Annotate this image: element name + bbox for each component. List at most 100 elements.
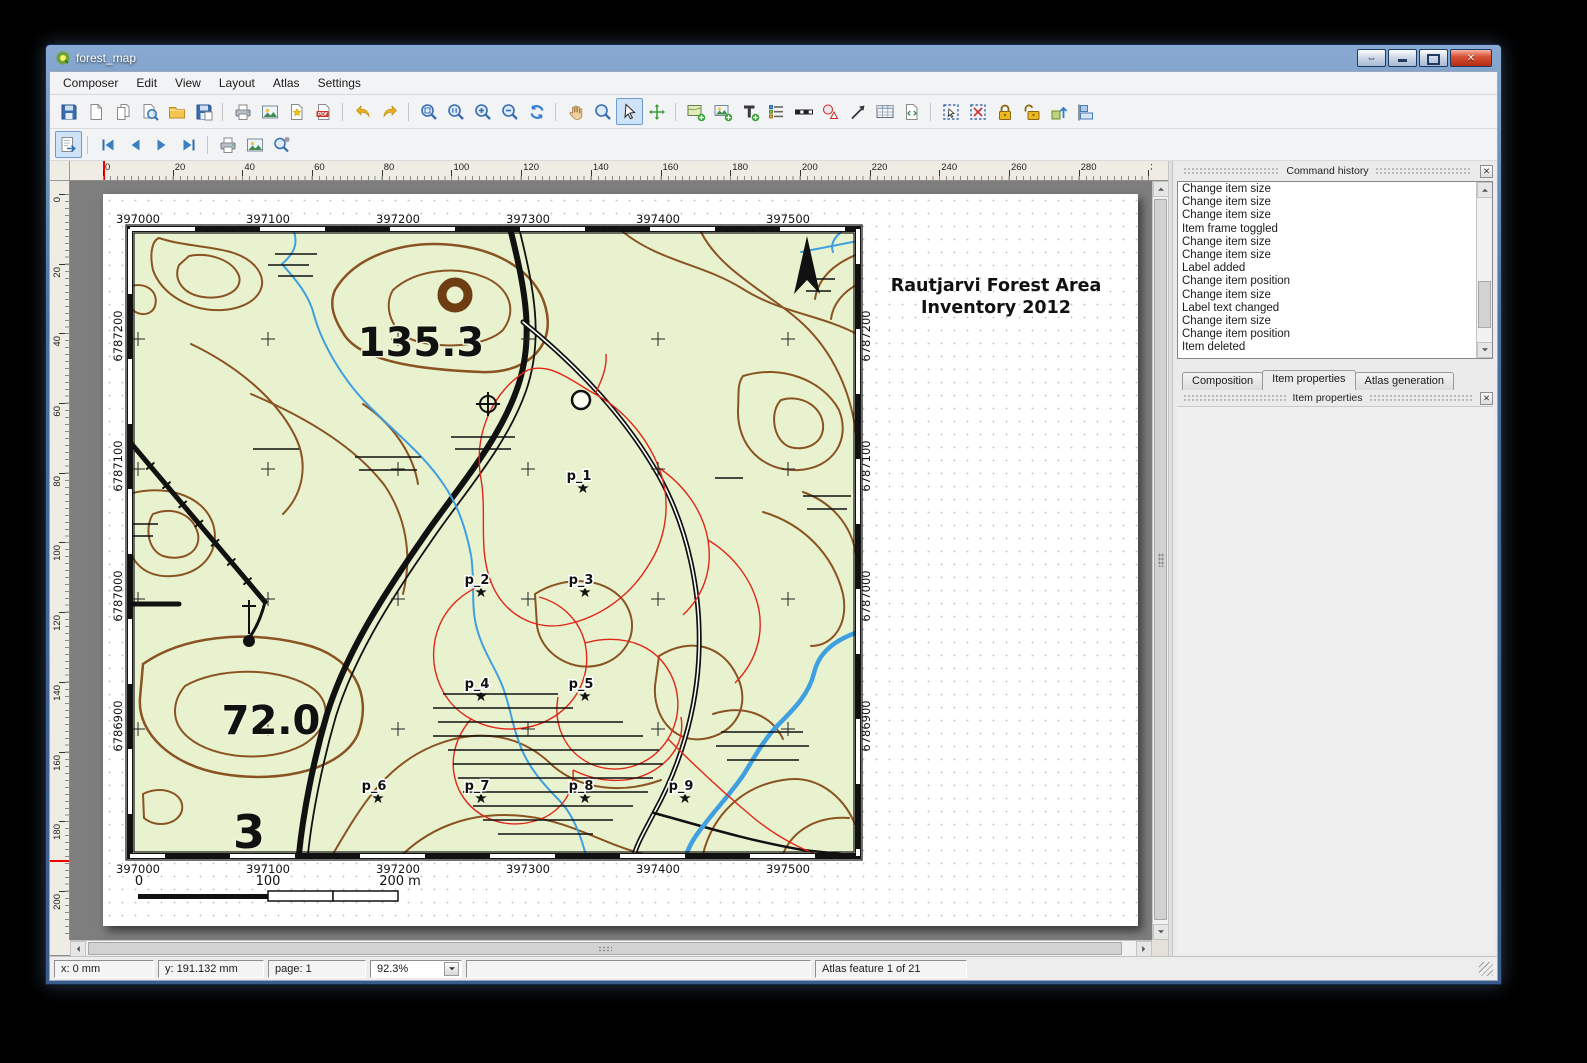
vertical-scroll-thumb[interactable] (1154, 199, 1167, 920)
chevron-down-icon[interactable] (444, 962, 459, 976)
history-item[interactable]: Change item size (1179, 196, 1474, 209)
horizontal-scrollbar[interactable] (70, 940, 1152, 956)
minimize-button[interactable] (1388, 49, 1417, 67)
vertical-scrollbar[interactable] (1152, 181, 1168, 940)
composer-manager-button[interactable] (136, 98, 163, 125)
export-as-svg-button[interactable] (283, 98, 310, 125)
previous-feature-button[interactable] (121, 131, 148, 158)
add-scalebar-button[interactable] (790, 98, 817, 125)
add-attribute-table-button[interactable] (871, 98, 898, 125)
add-html-icon (902, 102, 922, 122)
new-composition-button[interactable] (82, 98, 109, 125)
menu-view[interactable]: View (166, 73, 210, 93)
zoom-combobox[interactable]: 92.3% (370, 960, 462, 978)
move-item-content-button[interactable] (643, 98, 670, 125)
history-item[interactable]: Change item size (1179, 236, 1474, 249)
export-atlas-as-image-button[interactable] (241, 131, 268, 158)
scroll-left-button[interactable] (70, 941, 86, 957)
history-item[interactable]: Change item position (1179, 328, 1474, 341)
add-new-map-button[interactable] (682, 98, 709, 125)
ungroup-items-button[interactable] (964, 98, 991, 125)
add-html-frame-button[interactable] (898, 98, 925, 125)
tab-item-properties[interactable]: Item properties (1262, 370, 1355, 390)
tab-atlas-generation[interactable]: Atlas generation (1355, 372, 1455, 390)
maximize-button[interactable] (1419, 49, 1448, 67)
align-selected-items-button[interactable] (1072, 98, 1099, 125)
history-item[interactable]: Change item size (1179, 315, 1474, 328)
scroll-down-button[interactable] (1153, 924, 1169, 940)
menu-atlas[interactable]: Atlas (264, 73, 309, 93)
history-item[interactable]: Change item size (1179, 249, 1474, 262)
horizontal-scroll-thumb[interactable] (88, 942, 1122, 955)
close-icon[interactable] (1480, 392, 1493, 405)
menu-layout[interactable]: Layout (210, 73, 264, 93)
select-items-button[interactable] (937, 98, 964, 125)
refresh-view-button[interactable] (523, 98, 550, 125)
tab-composition[interactable]: Composition (1182, 372, 1263, 390)
svg-text:6787200: 6787200 (859, 310, 873, 361)
first-feature-button[interactable] (94, 131, 121, 158)
lock-selected-items-button[interactable] (991, 98, 1018, 125)
history-item[interactable]: Label text changed (1179, 302, 1474, 315)
unlock-all-items-button[interactable] (1018, 98, 1045, 125)
close-button[interactable] (1450, 49, 1492, 67)
redo-button[interactable] (376, 98, 403, 125)
zoom-full-button[interactable] (415, 98, 442, 125)
svg-text:397200: 397200 (376, 212, 420, 226)
window-arrows-button[interactable] (1357, 49, 1386, 67)
zoom-actual-size-button[interactable] (442, 98, 469, 125)
add-arrow-button[interactable] (844, 98, 871, 125)
menu-composer[interactable]: Composer (54, 73, 127, 93)
command-history-titlebar[interactable]: Command history (1177, 163, 1493, 179)
save-project-button[interactable] (55, 98, 82, 125)
add-label-button[interactable] (736, 98, 763, 125)
history-item[interactable]: Change item size (1179, 209, 1474, 222)
history-item[interactable]: Change item size (1179, 183, 1474, 196)
map-item[interactable]: 135.3 72.0 3 ★★★ ★★★ ★★★ (111, 212, 873, 876)
zoom-in-button[interactable] (469, 98, 496, 125)
scroll-up-button[interactable] (1153, 181, 1169, 197)
last-feature-button[interactable] (175, 131, 202, 158)
add-image-button[interactable] (709, 98, 736, 125)
select-move-item-button[interactable] (616, 98, 643, 125)
history-item[interactable]: Label added (1179, 262, 1474, 275)
item-properties-titlebar[interactable]: Item properties (1177, 390, 1493, 406)
scroll-up-button[interactable] (1477, 182, 1493, 198)
composer-page[interactable]: 135.3 72.0 3 ★★★ ★★★ ★★★ (103, 194, 1138, 926)
history-item[interactable]: Item deleted (1179, 341, 1474, 354)
history-item[interactable]: Change item position (1179, 275, 1474, 288)
history-item[interactable]: Item frame toggled (1179, 223, 1474, 236)
next-feature-button[interactable] (148, 131, 175, 158)
list-scroll-thumb[interactable] (1478, 281, 1491, 329)
duplicate-composition-button[interactable] (109, 98, 136, 125)
title-bar[interactable]: forest_map (49, 45, 1498, 71)
composer-canvas[interactable]: 0204060801001201401601802002202402602803… (50, 161, 1168, 956)
print-atlas-button[interactable] (214, 131, 241, 158)
zoom-tool-button[interactable] (589, 98, 616, 125)
preview-atlas-button[interactable] (55, 131, 82, 158)
map-title-label[interactable]: Rautjarvi Forest Area Inventory 2012 (891, 276, 1102, 318)
scale-bar[interactable]: 0 100 200 m (135, 874, 421, 901)
scroll-right-button[interactable] (1136, 941, 1152, 957)
menu-edit[interactable]: Edit (127, 73, 166, 93)
undo-button[interactable] (349, 98, 376, 125)
close-icon[interactable] (1480, 165, 1493, 178)
resize-grip[interactable] (1479, 962, 1493, 976)
export-as-pdf-button[interactable] (310, 98, 337, 125)
raise-selected-items-button[interactable] (1045, 98, 1072, 125)
load-from-template-button[interactable] (163, 98, 190, 125)
pan-button[interactable] (562, 98, 589, 125)
zoom-out-button[interactable] (496, 98, 523, 125)
scroll-down-button[interactable] (1477, 342, 1493, 358)
save-as-template-button[interactable] (190, 98, 217, 125)
composition-viewport[interactable]: 135.3 72.0 3 ★★★ ★★★ ★★★ (70, 181, 1152, 940)
add-legend-button[interactable] (763, 98, 790, 125)
command-history-list[interactable]: Change item sizeChange item sizeChange i… (1177, 181, 1493, 359)
history-item[interactable]: Change item size (1179, 289, 1474, 302)
atlas-settings-button[interactable] (268, 131, 295, 158)
export-as-image-button[interactable] (256, 98, 283, 125)
menu-settings[interactable]: Settings (309, 73, 370, 93)
print-button[interactable] (229, 98, 256, 125)
add-basic-shape-button[interactable] (817, 98, 844, 125)
list-scrollbar[interactable] (1476, 182, 1492, 358)
